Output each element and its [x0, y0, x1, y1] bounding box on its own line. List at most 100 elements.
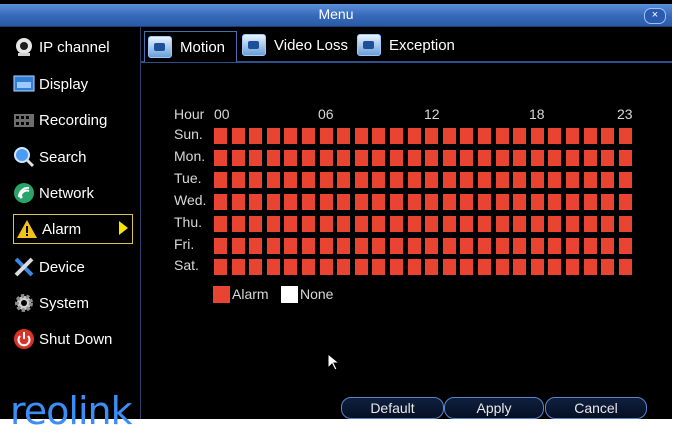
schedule-cell[interactable]	[302, 128, 315, 144]
schedule-cell[interactable]	[530, 171, 544, 188]
schedule-cell[interactable]	[513, 128, 527, 144]
schedule-cell[interactable]	[495, 237, 509, 254]
sidebar-item-alarm[interactable]: Alarm	[13, 214, 133, 244]
schedule-cell[interactable]	[319, 215, 333, 232]
schedule-cell[interactable]	[566, 149, 579, 166]
schedule-cell[interactable]	[601, 259, 615, 276]
schedule-cell[interactable]	[601, 193, 615, 210]
apply-button[interactable]: Apply	[444, 397, 544, 419]
schedule-cell[interactable]	[548, 128, 562, 144]
schedule-cell[interactable]	[513, 193, 527, 210]
schedule-cell[interactable]	[548, 193, 562, 210]
schedule-cell[interactable]	[302, 193, 315, 210]
schedule-cell[interactable]	[548, 215, 562, 232]
schedule-cell[interactable]	[390, 215, 403, 232]
schedule-cell[interactable]	[319, 259, 333, 276]
schedule-cell[interactable]	[548, 149, 562, 166]
schedule-cell[interactable]	[284, 149, 298, 166]
schedule-cell[interactable]	[442, 259, 456, 276]
schedule-cell[interactable]	[337, 193, 351, 210]
schedule-cell[interactable]	[530, 215, 544, 232]
schedule-cell[interactable]	[425, 171, 439, 188]
schedule-cell[interactable]	[530, 259, 544, 276]
schedule-cell[interactable]	[319, 171, 333, 188]
schedule-cell[interactable]	[266, 237, 280, 254]
tab-video-loss[interactable]: Video Loss	[239, 31, 348, 59]
schedule-cell[interactable]	[442, 149, 456, 166]
schedule-cell[interactable]	[583, 149, 597, 166]
schedule-cell[interactable]	[231, 193, 245, 210]
cancel-button[interactable]: Cancel	[545, 397, 647, 419]
schedule-cell[interactable]	[214, 215, 227, 232]
schedule-cell[interactable]	[583, 259, 597, 276]
schedule-cell[interactable]	[337, 259, 351, 276]
schedule-cell[interactable]	[214, 237, 227, 254]
schedule-cell[interactable]	[583, 193, 597, 210]
schedule-cell[interactable]	[566, 215, 579, 232]
schedule-cell[interactable]	[618, 171, 632, 188]
schedule-cell[interactable]	[425, 237, 439, 254]
schedule-cell[interactable]	[442, 237, 456, 254]
schedule-cell[interactable]	[372, 215, 386, 232]
schedule-cell[interactable]	[548, 237, 562, 254]
schedule-cell[interactable]	[425, 128, 439, 144]
schedule-cell[interactable]	[372, 193, 386, 210]
schedule-cell[interactable]	[478, 128, 491, 144]
schedule-cell[interactable]	[231, 215, 245, 232]
schedule-cell[interactable]	[319, 149, 333, 166]
schedule-cell[interactable]	[513, 215, 527, 232]
schedule-cell[interactable]	[231, 237, 245, 254]
schedule-cell[interactable]	[530, 193, 544, 210]
schedule-cell[interactable]	[442, 128, 456, 144]
schedule-cell[interactable]	[372, 128, 386, 144]
schedule-cell[interactable]	[513, 171, 527, 188]
schedule-cell[interactable]	[214, 149, 227, 166]
schedule-cell[interactable]	[460, 215, 474, 232]
schedule-cell[interactable]	[478, 237, 491, 254]
schedule-cell[interactable]	[249, 171, 263, 188]
schedule-cell[interactable]	[407, 237, 421, 254]
schedule-cell[interactable]	[284, 128, 298, 144]
schedule-cell[interactable]	[302, 149, 315, 166]
schedule-cell[interactable]	[266, 128, 280, 144]
schedule-cell[interactable]	[513, 259, 527, 276]
schedule-cell[interactable]	[495, 259, 509, 276]
schedule-cell[interactable]	[495, 149, 509, 166]
schedule-cell[interactable]	[460, 149, 474, 166]
tab-exception[interactable]: Exception	[354, 31, 455, 59]
schedule-cell[interactable]	[601, 128, 615, 144]
schedule-cell[interactable]	[231, 259, 245, 276]
schedule-cell[interactable]	[407, 193, 421, 210]
schedule-cell[interactable]	[214, 259, 227, 276]
schedule-cell[interactable]	[566, 193, 579, 210]
schedule-cell[interactable]	[354, 215, 368, 232]
schedule-cell[interactable]	[319, 237, 333, 254]
schedule-cell[interactable]	[337, 149, 351, 166]
schedule-cell[interactable]	[337, 237, 351, 254]
schedule-cell[interactable]	[583, 171, 597, 188]
schedule-cell[interactable]	[460, 171, 474, 188]
schedule-cell[interactable]	[442, 171, 456, 188]
schedule-cell[interactable]	[407, 149, 421, 166]
schedule-cell[interactable]	[548, 259, 562, 276]
schedule-cell[interactable]	[618, 237, 632, 254]
schedule-cell[interactable]	[231, 149, 245, 166]
schedule-cell[interactable]	[495, 215, 509, 232]
schedule-cell[interactable]	[478, 149, 491, 166]
schedule-cell[interactable]	[354, 193, 368, 210]
schedule-cell[interactable]	[354, 128, 368, 144]
sidebar-item-ip-channel[interactable]: IP channel	[13, 33, 137, 61]
sidebar-item-system[interactable]: System	[13, 289, 137, 317]
schedule-cell[interactable]	[302, 215, 315, 232]
schedule-cell[interactable]	[249, 237, 263, 254]
schedule-cell[interactable]	[425, 193, 439, 210]
schedule-cell[interactable]	[319, 193, 333, 210]
schedule-cell[interactable]	[495, 193, 509, 210]
tab-motion[interactable]: Motion	[144, 31, 237, 62]
schedule-cell[interactable]	[425, 149, 439, 166]
schedule-cell[interactable]	[284, 171, 298, 188]
default-button[interactable]: Default	[341, 397, 444, 419]
schedule-cell[interactable]	[266, 149, 280, 166]
schedule-cell[interactable]	[583, 215, 597, 232]
schedule-cell[interactable]	[231, 171, 245, 188]
